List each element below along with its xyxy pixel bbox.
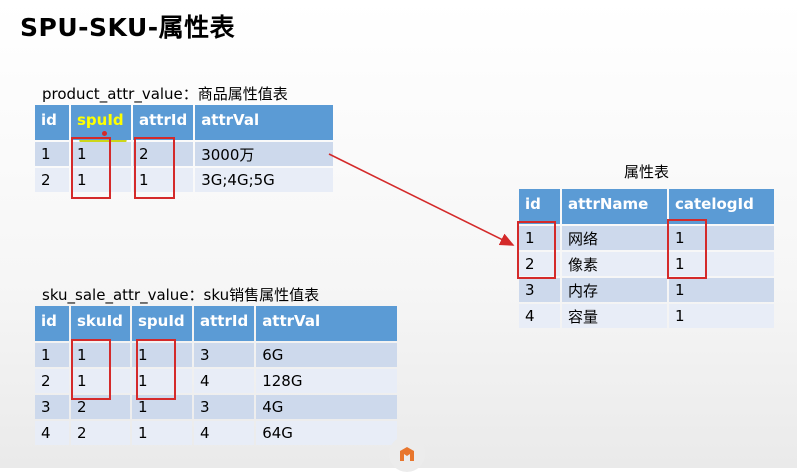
spuid-annotation-box (71, 137, 111, 199)
sku-sale-attr-value-caption: sku_sale_attr_value：sku销售属性值表 (42, 286, 320, 304)
cell: 4 (194, 421, 255, 445)
arrow-line (328, 153, 515, 246)
header-cell: attrId (194, 306, 255, 341)
header-cell: attrId (133, 105, 194, 140)
cell: 3 (194, 343, 255, 367)
cell: 网络 (562, 226, 667, 250)
cell: 4 (35, 421, 69, 445)
catelogid-annotation-box (667, 219, 707, 279)
cell: 6G (256, 343, 398, 367)
cell: 4 (519, 304, 560, 328)
cell: 64G (256, 421, 398, 445)
cell: 1 (669, 304, 774, 328)
slide-title: SPU-SKU-属性表 (20, 13, 236, 42)
header-cell: id (35, 105, 69, 140)
header-cell: attrVal (256, 306, 398, 341)
table-header-row: id spuId attrId attrVal (35, 105, 334, 140)
header-cell: id (35, 306, 69, 341)
cell: 2 (71, 421, 130, 445)
cell: 3 (194, 395, 255, 419)
logo-mark-icon (400, 447, 414, 461)
header-cell: id (519, 189, 560, 224)
cell: 2 (35, 168, 69, 192)
cell: 内存 (562, 278, 667, 302)
header-cell: skuId (71, 306, 130, 341)
cell: 3 (35, 395, 69, 419)
cell: 4G (256, 395, 398, 419)
attr-id-annotation-box (517, 221, 556, 279)
cell: 容量 (562, 304, 667, 328)
header-cell: spuId (132, 306, 192, 341)
table-row: 2 像素 1 (519, 252, 774, 276)
cell: 1 (35, 142, 69, 166)
spuid-annotation-box-2 (136, 339, 176, 400)
cell: 3 (519, 278, 560, 302)
attrid-annotation-box (134, 137, 175, 199)
header-cell: attrVal (195, 105, 334, 140)
cell: 2 (35, 369, 69, 393)
table-row: 4 2 1 4 64G (35, 421, 398, 445)
table-row: 1 网络 1 (519, 226, 774, 250)
cell: 3G;4G;5G (195, 168, 334, 192)
header-cell: attrName (562, 189, 667, 224)
cell: 1 (35, 343, 69, 367)
cell: 像素 (562, 252, 667, 276)
cell: 4 (194, 369, 255, 393)
cell: 1 (132, 421, 192, 445)
table-header-row: id attrName catelogId (519, 189, 774, 224)
cursor-dot (102, 131, 107, 136)
attr-table-caption: 属性表 (624, 163, 670, 181)
watermark-logo-icon (389, 436, 425, 472)
table-row: 3 内存 1 (519, 278, 774, 302)
header-cell: spuId (71, 105, 131, 140)
table-row: 4 容量 1 (519, 304, 774, 328)
table-header-row: id skuId spuId attrId attrVal (35, 306, 398, 341)
cell: 3000万 (195, 142, 334, 166)
product-attr-value-caption: product_attr_value：商品属性值表 (42, 85, 288, 103)
skuid-annotation-box (71, 339, 111, 400)
cell: 128G (256, 369, 398, 393)
cell: 1 (669, 278, 774, 302)
